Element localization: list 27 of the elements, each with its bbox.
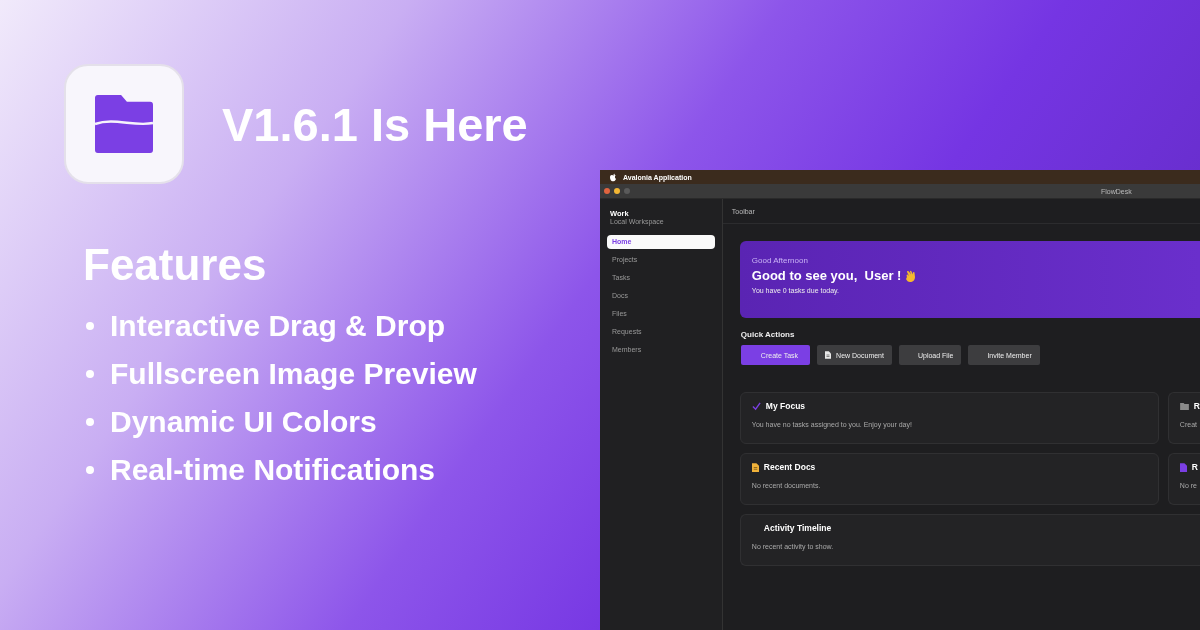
headline: V1.6.1 Is Here [222, 96, 528, 152]
apple-icon[interactable] [609, 172, 617, 182]
feature-item: Real-time Notifications [110, 453, 436, 487]
document-icon [1179, 462, 1187, 472]
bullet-icon [86, 370, 94, 378]
card-title: R [1191, 462, 1198, 472]
close-button[interactable] [604, 188, 610, 194]
greeting-heading: Good to see you, User ! [751, 268, 902, 283]
section-heading: Quick Actions [740, 330, 796, 339]
document-icon [825, 351, 832, 359]
feature-item: Dynamic UI Colors [110, 405, 377, 439]
greeting-eyebrow: Good Afternoon [751, 256, 809, 265]
minimize-button[interactable] [614, 188, 620, 194]
folder-icon [1179, 402, 1189, 410]
features-heading: Features [83, 240, 268, 290]
check-icon [751, 401, 761, 411]
card-title: Activity Timeline [763, 523, 832, 533]
app-logo-icon [64, 64, 184, 184]
card-title: R [1193, 401, 1200, 411]
document-icon [751, 462, 759, 472]
card-title: My Focus [765, 401, 806, 411]
bullet-icon [86, 418, 94, 426]
feature-item: Interactive Drag & Drop [110, 309, 446, 343]
card-title: Recent Docs [763, 462, 816, 472]
bullet-icon [86, 466, 94, 474]
feature-item: Fullscreen Image Preview [110, 357, 477, 391]
bullet-icon [86, 322, 94, 330]
